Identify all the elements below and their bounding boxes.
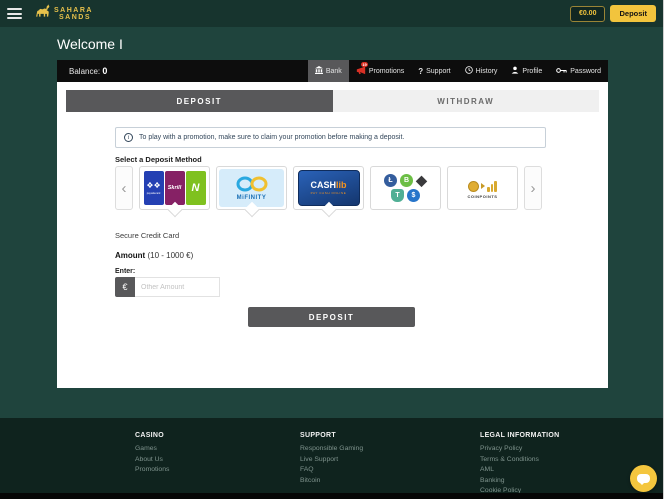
- footer-link-bitcoin[interactable]: Bitcoin: [300, 476, 363, 487]
- amount-input[interactable]: [135, 277, 220, 297]
- casino-deposit-page: { "header": { "brand": { "line1": "SAHAR…: [0, 0, 664, 499]
- cashier-header-bar: Balance: 0 Bank 19 Promotions ? Support: [57, 60, 608, 82]
- cashier-nav: Bank 19 Promotions ? Support History: [308, 60, 608, 82]
- deposit-method-carousel: ‹ ❖❖ paysafecard Skrill N MiFINITY: [115, 166, 542, 210]
- chat-bubble-icon: [637, 474, 650, 483]
- nav-item-promotions[interactable]: 19 Promotions: [349, 60, 411, 82]
- method-card-cashlib[interactable]: CASHlib PAY CASH ONLINE: [293, 166, 364, 210]
- paysafecard-logo: ❖❖ paysafecard: [144, 171, 164, 205]
- method-card-crypto[interactable]: Ł B ◆ T $: [370, 166, 441, 210]
- deposit-withdraw-tabs: DEPOSIT WITHDRAW: [66, 90, 599, 112]
- footer-link-terms[interactable]: Terms & Conditions: [480, 455, 560, 466]
- footer-link-promotions[interactable]: Promotions: [135, 465, 169, 476]
- footer-link-privacy-policy[interactable]: Privacy Policy: [480, 444, 560, 455]
- carousel-next-button[interactable]: ›: [524, 166, 542, 210]
- enter-label: Enter:: [115, 268, 135, 275]
- method-card-ewallets[interactable]: ❖❖ paysafecard Skrill N: [139, 166, 210, 210]
- skrill-logo: Skrill: [165, 171, 185, 205]
- brand-name: SAHARA SANDS: [54, 7, 93, 21]
- nav-item-profile[interactable]: Profile: [504, 60, 549, 82]
- footer-column-support: SUPPORT Responsible Gaming Live Support …: [300, 432, 363, 486]
- ethereum-icon: ◆: [416, 174, 427, 187]
- key-icon: [556, 67, 567, 76]
- megaphone-icon: [356, 66, 366, 77]
- hamburger-menu-icon[interactable]: [7, 8, 22, 19]
- arrow-right-icon: [481, 183, 485, 189]
- footer-link-games[interactable]: Games: [135, 444, 169, 455]
- footer-link-banking[interactable]: Banking: [480, 476, 560, 487]
- cashier-panel: Balance: 0 Bank 19 Promotions ? Support: [57, 60, 608, 388]
- bank-icon: [315, 66, 323, 76]
- nav-item-password[interactable]: Password: [549, 60, 608, 82]
- amount-input-group: €: [115, 277, 220, 297]
- coinpoints-logo: COINPOINTS: [468, 178, 498, 199]
- top-bar: SAHARA SANDS €0.00 Deposit: [0, 0, 663, 27]
- tab-deposit[interactable]: DEPOSIT: [66, 90, 333, 112]
- chevron-right-icon: ›: [531, 180, 536, 197]
- carousel-prev-button[interactable]: ‹: [115, 166, 133, 210]
- neteller-logo: N: [186, 171, 206, 205]
- footer-link-live-support[interactable]: Live Support: [300, 455, 363, 466]
- crypto-logos: Ł B ◆ T $: [384, 174, 427, 202]
- method-card-mifinity[interactable]: MiFINITY: [216, 166, 287, 210]
- clock-icon: [465, 66, 473, 76]
- welcome-heading: Welcome I: [57, 36, 123, 52]
- person-icon: [511, 66, 519, 76]
- nav-item-bank[interactable]: Bank: [308, 60, 349, 82]
- method-card-coinpoints[interactable]: COINPOINTS: [447, 166, 518, 210]
- bottom-edge-strip: [0, 493, 663, 499]
- bitcoin-cash-icon: B: [400, 174, 413, 187]
- infinity-icon: [235, 176, 269, 197]
- info-icon: i: [124, 133, 133, 142]
- footer-link-responsible-gaming[interactable]: Responsible Gaming: [300, 444, 363, 455]
- amount-range-label: Amount (10 - 1000 €): [115, 251, 193, 260]
- balance-chip[interactable]: €0.00: [570, 6, 606, 22]
- deposit-submit-button[interactable]: DEPOSIT: [248, 307, 415, 327]
- footer-link-aml[interactable]: AML: [480, 465, 560, 476]
- camel-icon: [34, 3, 51, 24]
- tether-icon: T: [391, 189, 404, 202]
- select-method-label: Select a Deposit Method: [115, 155, 202, 164]
- cashlib-logo: CASHlib PAY CASH ONLINE: [298, 170, 360, 206]
- nav-item-support[interactable]: ? Support: [411, 60, 457, 82]
- litecoin-icon: Ł: [384, 174, 397, 187]
- balance-display: Balance: 0: [57, 66, 107, 76]
- promotions-badge: 19: [361, 62, 368, 67]
- promotion-info-banner: i To play with a promotion, make sure to…: [115, 127, 546, 148]
- selected-method-name: Secure Credit Card: [115, 231, 179, 240]
- brand-logo[interactable]: SAHARA SANDS: [34, 3, 93, 24]
- footer: CASINO Games About Us Promotions SUPPORT…: [0, 418, 663, 493]
- nav-item-history[interactable]: History: [458, 60, 505, 82]
- footer-link-faq[interactable]: FAQ: [300, 465, 363, 476]
- currency-symbol: €: [115, 277, 135, 297]
- coin-stack-icon: [487, 181, 497, 192]
- footer-column-legal: LEGAL INFORMATION Privacy Policy Terms &…: [480, 432, 560, 497]
- chevron-left-icon: ‹: [122, 180, 127, 197]
- footer-column-casino: CASINO Games About Us Promotions: [135, 432, 169, 476]
- usdc-icon: $: [407, 189, 420, 202]
- header-deposit-button[interactable]: Deposit: [610, 5, 656, 22]
- coin-icon: [468, 181, 479, 192]
- tab-withdraw[interactable]: WITHDRAW: [333, 90, 600, 112]
- promotion-info-text: To play with a promotion, make sure to c…: [139, 134, 404, 141]
- live-chat-button[interactable]: [630, 465, 657, 492]
- mifinity-logo: MiFINITY: [237, 195, 267, 201]
- question-icon: ?: [418, 67, 423, 76]
- footer-link-about-us[interactable]: About Us: [135, 455, 169, 466]
